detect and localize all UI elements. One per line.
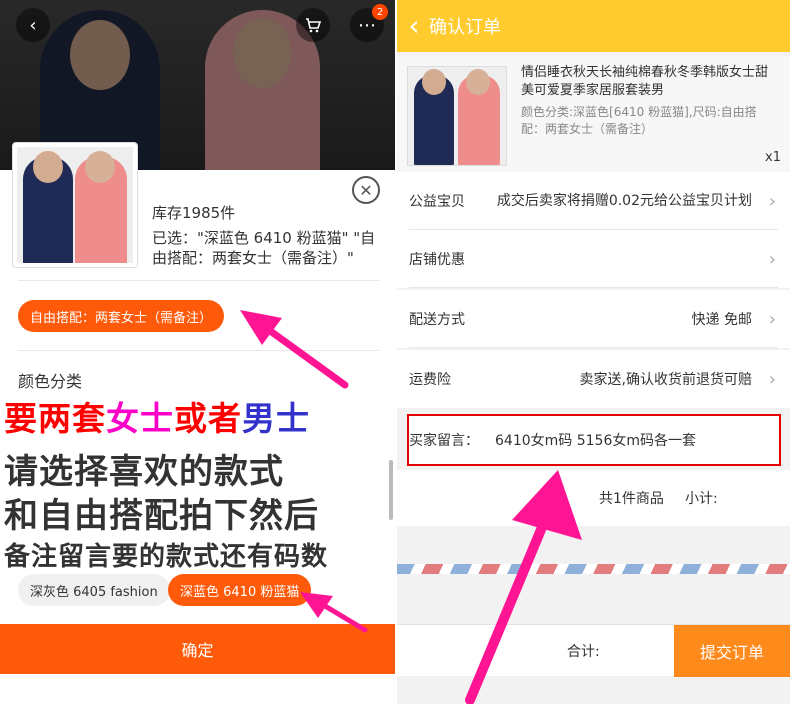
chevron-left-icon: ‹ (408, 9, 420, 42)
more-icon: ⋯ (358, 14, 376, 36)
row-label: 运费险 (409, 372, 451, 388)
divider (18, 350, 380, 351)
top-bar: ‹ 确认订单 (397, 0, 790, 52)
row-value: 成交后卖家将捐赠0.02元给公益宝贝计划 (496, 193, 752, 209)
order-item-thumbnail (407, 66, 507, 166)
order-item[interactable]: 情侣睡衣秋天长袖纯棉春秋冬季韩版女士甜美可爱夏季家居服套装男 颜色分类:深蓝色[… (397, 56, 790, 172)
total-label: 合计: (567, 644, 600, 660)
order-item-quantity: x1 (765, 150, 781, 165)
row-value: 快递 免邮 (691, 312, 752, 328)
confirm-button[interactable]: 确定 (0, 624, 395, 674)
buyer-message-label: 买家留言： (409, 433, 479, 449)
page-title: 确认订单 (429, 17, 501, 38)
divider (18, 280, 380, 281)
more-button[interactable]: ⋯ 2 (350, 4, 388, 42)
chevron-right-icon: › (768, 368, 776, 390)
chevron-right-icon: › (768, 190, 776, 212)
row-label: 配送方式 (409, 312, 465, 328)
envelope-divider (397, 564, 790, 574)
buyer-message-field[interactable]: 买家留言： 6410女m码 5156女m码各一套 (407, 414, 781, 466)
annotation-line-4: 备注留言要的款式还有码数 (4, 542, 329, 572)
row-value: 卖家送,确认收货前退货可赔 (579, 372, 752, 388)
annotation-line-1: 要两套女士或者男士 (4, 399, 310, 438)
order-item-spec: 颜色分类:深蓝色[6410 粉蓝猫],尺码:自由搭配：两套女士（需备注） (521, 105, 757, 136)
back-button[interactable]: ‹ (399, 12, 429, 40)
cart-icon (306, 18, 322, 33)
color-section-title: 颜色分类 (18, 372, 83, 391)
buyer-message-text[interactable]: 6410女m码 5156女m码各一套 (495, 416, 696, 464)
item-count: 共1件商品 (599, 491, 664, 507)
annotation-line-3: 和自由搭配拍下然后 (4, 496, 319, 536)
sku-product-thumbnail (12, 142, 138, 268)
confirm-order-screen: ‹ 确认订单 情侣睡衣秋天长袖纯棉春秋冬季韩版女士甜美可爱夏季家居服套装男 颜色… (397, 0, 790, 704)
row-shop-discount[interactable]: 店铺优惠 › (397, 230, 790, 288)
bottom-bar: 合计: 提交订单 (397, 624, 790, 677)
row-label: 公益宝贝 (409, 194, 465, 210)
chevron-left-icon: ‹ (29, 14, 37, 36)
cart-count-badge: 2 (372, 4, 388, 20)
style-option-two-women[interactable]: 自由搭配：两套女士（需备注） (18, 300, 225, 332)
close-button[interactable]: ✕ (352, 176, 380, 204)
scrollbar[interactable] (389, 460, 393, 520)
submit-order-button[interactable]: 提交订单 (674, 625, 790, 677)
stock-count: 库存1985件 (152, 204, 236, 222)
row-shipping-insurance[interactable]: 运费险 卖家送,确认收货前退货可赔 › (397, 350, 790, 408)
sku-sheet: ✕ 库存1985件 已选："深蓝色 6410 粉蓝猫" "自由搭配：两套女士（需… (0, 142, 395, 704)
row-charity[interactable]: 公益宝贝 成交后卖家将捐赠0.02元给公益宝贝计划 › (397, 172, 790, 230)
row-delivery[interactable]: 配送方式 快递 免邮 › (397, 290, 790, 348)
screenshot-composite: ‹ ⋯ 2 ✕ 库存1985件 已选："深蓝色 6410 粉蓝猫" "自由搭配：… (0, 0, 790, 704)
order-summary: 共1件商品 小计: (397, 470, 790, 526)
cart-button[interactable] (296, 8, 330, 42)
back-button[interactable]: ‹ (16, 8, 50, 42)
order-item-name: 情侣睡衣秋天长袖纯棉春秋冬季韩版女士甜美可爱夏季家居服套装男 (521, 65, 769, 98)
close-icon: ✕ (359, 180, 373, 200)
color-option-6405[interactable]: 深灰色 6405 fashion (18, 574, 170, 606)
selected-spec: 已选："深蓝色 6410 粉蓝猫" "自由搭配：两套女士（需备注）" (152, 229, 376, 267)
subtotal-label: 小计: (685, 491, 718, 507)
chevron-right-icon: › (768, 248, 776, 270)
color-option-6410[interactable]: 深蓝色 6410 粉蓝猫 (168, 574, 312, 606)
chevron-right-icon: › (768, 308, 776, 330)
sku-selector-screen: ‹ ⋯ 2 ✕ 库存1985件 已选："深蓝色 6410 粉蓝猫" "自由搭配：… (0, 0, 395, 704)
row-label: 店铺优惠 (409, 252, 465, 268)
annotation-line-2: 请选择喜欢的款式 (4, 452, 284, 492)
